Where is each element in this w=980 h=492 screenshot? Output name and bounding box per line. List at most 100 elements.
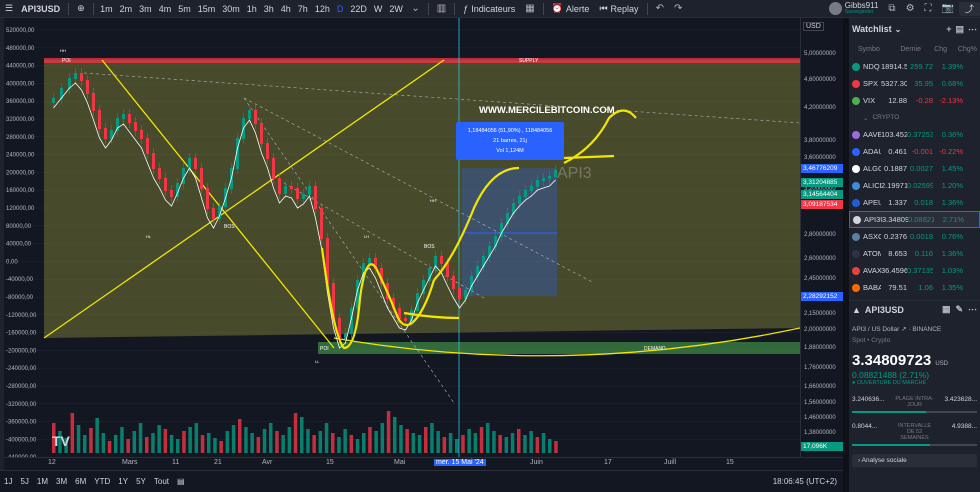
interval-5m[interactable]: 5m <box>175 0 195 18</box>
more-icon[interactable]: ⋯ <box>968 304 977 315</box>
watchlist-row-alice[interactable]: ALICE2.199710.02599 1.20% <box>849 177 980 194</box>
alert-button[interactable]: ⏰ Alerte <box>547 0 595 18</box>
candle <box>518 196 521 204</box>
menu-icon[interactable]: ☰ <box>0 0 18 18</box>
volume-bar <box>194 423 199 453</box>
layout-icon[interactable]: ⧉ <box>883 0 900 18</box>
interval-W[interactable]: W <box>370 0 386 18</box>
detail-symbol[interactable]: API3USD <box>865 305 904 315</box>
price-scale[interactable]: USD 5,00000000 4,60000000 4,20000000 3,8000… <box>800 18 843 457</box>
add-icon[interactable]: + <box>946 24 951 35</box>
camera-icon[interactable]: 📷 <box>937 0 959 18</box>
volume-bar <box>324 423 329 453</box>
col-chgp[interactable]: Chg% <box>947 46 977 53</box>
watchlist-last: 0.1887 <box>884 164 907 173</box>
watchlist-row-avax[interactable]: AVAX 36.4596 0.37135 1.03% <box>849 262 980 279</box>
watchlist-row-aave[interactable]: AAVE 103.452 0.37253 0.36% <box>849 126 980 143</box>
range-5J[interactable]: 5J <box>16 477 32 486</box>
volume-bar <box>157 425 161 453</box>
year-low: 0.8044... <box>852 423 878 430</box>
col-last[interactable]: Dernie <box>881 46 921 53</box>
interval-30m[interactable]: 30m <box>219 0 244 18</box>
watchlist-row-adau[interactable]: ADAU 0.461 -0.001 -0.22% <box>849 143 980 160</box>
edit-icon[interactable]: ✎ <box>955 304 963 315</box>
bar-style-icon[interactable]: ▥ <box>432 0 451 18</box>
interval-3m[interactable]: 3m <box>136 0 156 18</box>
grid-icon[interactable]: ▦ <box>942 304 951 315</box>
time-axis[interactable]: 12 Mars 11 21 Avr 15 Mai Juin 17 Juill 15 mer. 15 M… <box>4 457 843 470</box>
publish-button[interactable]: ⤴ <box>958 1 980 16</box>
currency-label[interactable]: USD <box>803 22 824 31</box>
watchlist-row-api3u[interactable]: API3U3.348090.08821 2.71% <box>849 211 980 228</box>
divider <box>454 2 456 15</box>
layout-icon[interactable]: ▤ <box>955 24 964 35</box>
watchlist-row-atom[interactable]: ATOM 8.653 0.116 1.36% <box>849 245 980 262</box>
interval-3h[interactable]: 3h <box>260 0 277 18</box>
more-icon[interactable]: ⋯ <box>968 24 977 35</box>
hh2-label: HH <box>430 198 436 203</box>
watchlist-row-ndq[interactable]: NDQ 18914.5 259.72 1.39% <box>849 58 980 75</box>
watchlist-row-algo[interactable]: ALGO 0.1887 0.0027 1.45% <box>849 160 980 177</box>
interval-2m[interactable]: 2m <box>116 0 136 18</box>
range-1M[interactable]: 1M <box>33 477 52 486</box>
col-symbol[interactable]: Symbo <box>852 46 881 53</box>
interval-12h[interactable]: 12h <box>311 0 333 18</box>
watchlist-row-vix[interactable]: VIX 12.88 -0.28 -2.13% <box>849 92 980 109</box>
add-symbol-icon[interactable]: ⊕ <box>72 0 90 18</box>
left-axis-tick: 40000,00 <box>6 242 32 248</box>
volume-bar <box>318 431 323 453</box>
col-chg[interactable]: Chg <box>921 46 947 53</box>
watchlist-row-asxc[interactable]: ASXC 0.2376 0.0018 0.76% <box>849 228 980 245</box>
interval-22D[interactable]: 22D <box>347 0 371 18</box>
range-5Y[interactable]: 5Y <box>132 477 150 486</box>
templates-icon[interactable]: ▦ <box>520 0 539 18</box>
range-3M[interactable]: 3M <box>52 477 71 486</box>
interval-4m[interactable]: 4m <box>155 0 175 18</box>
candle <box>98 110 101 129</box>
watchlist-chg: 0.37135 <box>907 266 933 275</box>
interval-2W[interactable]: 2W <box>386 0 407 18</box>
volume-bar <box>269 423 273 453</box>
interval-1h[interactable]: 1h <box>243 0 260 18</box>
interval-4h[interactable]: 4h <box>277 0 294 18</box>
range-YTD[interactable]: YTD <box>90 477 114 486</box>
interval-15m[interactable]: 15m <box>194 0 219 18</box>
interval-1m[interactable]: 1m <box>97 0 117 18</box>
watchlist-row-baba[interactable]: BABA 79.51 1.06 1.35% <box>849 279 980 296</box>
user-menu[interactable]: Gibbs911 Sauvegarder <box>824 0 884 18</box>
candle <box>320 208 323 239</box>
settings-icon[interactable]: ⚙ <box>901 0 920 18</box>
watchlist-last: 103.452 <box>881 130 907 139</box>
chevron-down-icon[interactable]: ⌄ <box>895 25 902 34</box>
watchlist-title[interactable]: Watchlist <box>852 24 892 34</box>
watchlist-row-spx[interactable]: SPX 5327.30 35.95 0.68% <box>849 75 980 92</box>
price-tick: 1,56000000 <box>804 400 836 406</box>
clock-time[interactable]: 18:06:45 (UTC+2) <box>773 477 843 486</box>
range-1Y[interactable]: 1Y <box>114 477 132 486</box>
volume-bar <box>238 419 242 453</box>
symbol-search[interactable]: API3USD <box>18 0 65 18</box>
left-axis-tick: -120000,00 <box>6 313 37 319</box>
replay-button[interactable]: ⏮ Replay <box>594 0 643 18</box>
chevron-down-icon[interactable]: ⌄ <box>406 0 424 18</box>
watchlist-row-apeu[interactable]: APEU 1.337 0.018 1.36% <box>849 194 980 211</box>
chart-area[interactable]: SUPPLY POI DEMAND POI BOS BOS HH HL LL L… <box>4 18 800 457</box>
indicators-button[interactable]: ƒ Indicateurs <box>458 0 520 18</box>
external-link-icon[interactable]: ↗ <box>901 326 906 333</box>
range-1J[interactable]: 1J <box>0 477 16 486</box>
range-Tout[interactable]: Tout <box>150 477 173 486</box>
redo-icon[interactable]: ↷ <box>669 0 687 18</box>
interval-7h[interactable]: 7h <box>294 0 311 18</box>
watchlist-section-crypto[interactable]: ⌄ CRYPTO <box>849 109 980 126</box>
undo-icon[interactable]: ↶ <box>651 0 669 18</box>
candle <box>314 186 317 209</box>
range-6M[interactable]: 6M <box>71 477 90 486</box>
social-analysis-button[interactable]: › Analyse sociale <box>852 454 977 467</box>
hh-label: HH <box>60 48 66 53</box>
calendar-icon[interactable]: ▤ <box>173 477 189 486</box>
price-chart[interactable]: SUPPLY POI DEMAND POI BOS BOS HH HL LL L… <box>4 18 800 457</box>
interval-D[interactable]: D <box>333 0 347 18</box>
watchlist-sym: APEU <box>863 198 881 207</box>
volume-bar <box>200 435 205 453</box>
fullscreen-icon[interactable]: ⛶ <box>920 0 937 18</box>
